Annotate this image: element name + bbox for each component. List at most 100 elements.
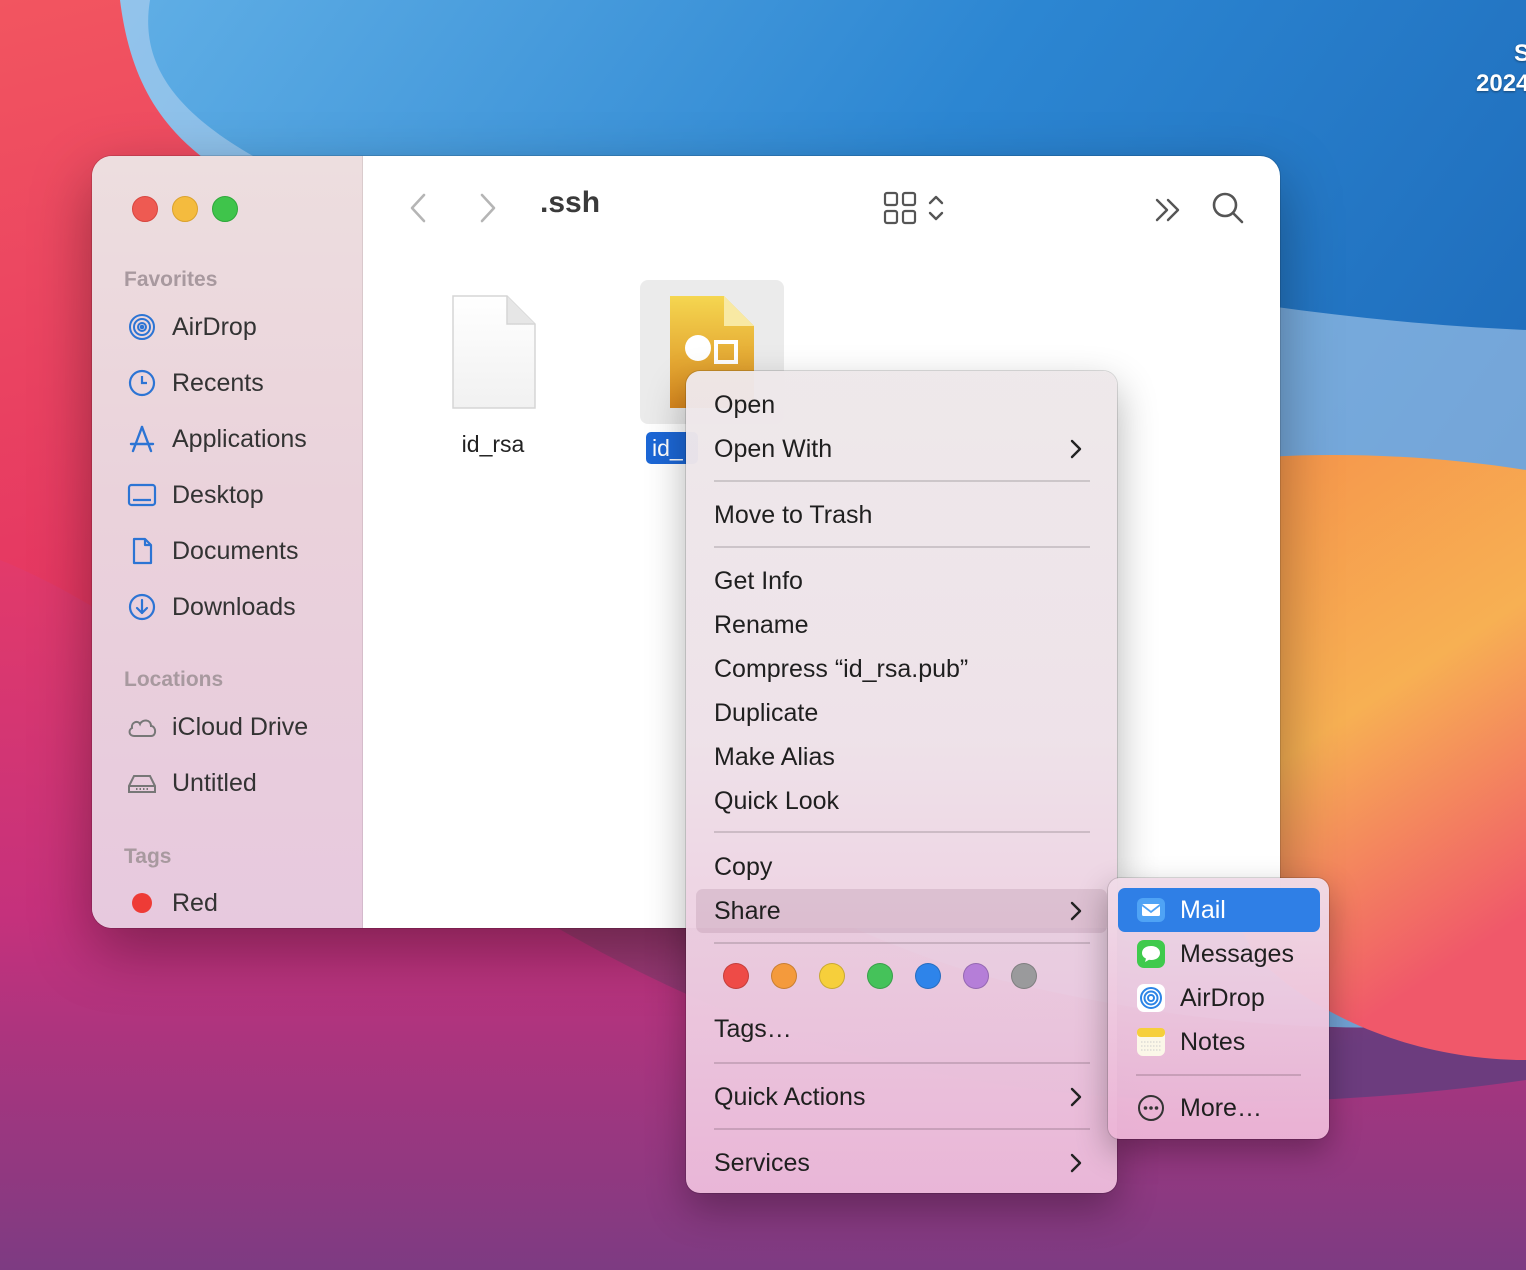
share-submenu: Mail Messages AirDrop Notes More…	[1108, 878, 1329, 1139]
menu-separator	[714, 942, 1090, 944]
window-title: .ssh	[540, 186, 601, 219]
disk-icon	[126, 767, 158, 799]
more-ellipsis-icon	[1136, 1093, 1166, 1123]
chevron-updown-icon	[928, 195, 944, 221]
share-item-label: Notes	[1180, 1027, 1246, 1056]
search-icon	[1212, 192, 1244, 224]
view-mode-button[interactable]	[874, 186, 954, 230]
menu-item-make-alias[interactable]: Make Alias	[696, 735, 1107, 779]
grid-view-icon	[883, 191, 917, 225]
menu-item-move-to-trash[interactable]: Move to Trash	[696, 493, 1107, 537]
share-item-label: AirDrop	[1180, 983, 1265, 1012]
chevron-right-icon	[1070, 901, 1082, 921]
toolbar: .ssh	[362, 156, 1280, 260]
sidebar: Favorites AirDrop Recents Applications D…	[92, 156, 363, 928]
applications-icon	[126, 423, 158, 455]
sidebar-item-recents[interactable]: Recents	[126, 363, 264, 403]
tag-color-blue[interactable]	[915, 963, 941, 989]
tag-color-red[interactable]	[723, 963, 749, 989]
download-icon	[126, 591, 158, 623]
sidebar-header-favorites: Favorites	[124, 268, 218, 291]
share-item-label: Mail	[1180, 895, 1226, 924]
tag-color-green[interactable]	[867, 963, 893, 989]
sidebar-item-documents[interactable]: Documents	[126, 531, 298, 571]
menu-item-label: Quick Actions	[714, 1082, 866, 1111]
menu-item-label: Tags…	[714, 1014, 792, 1043]
share-item-mail[interactable]: Mail	[1118, 888, 1320, 932]
sidebar-item-desktop[interactable]: Desktop	[126, 475, 264, 515]
menu-separator	[1136, 1074, 1301, 1076]
menu-item-open-with[interactable]: Open With	[696, 427, 1107, 471]
sidebar-item-label: Desktop	[172, 480, 264, 509]
menu-item-label: Open With	[714, 434, 833, 463]
chevron-right-icon	[1070, 1153, 1082, 1173]
menu-item-label: Services	[714, 1148, 810, 1177]
sidebar-item-applications[interactable]: Applications	[126, 419, 307, 459]
menu-item-quick-actions[interactable]: Quick Actions	[696, 1075, 1107, 1119]
sidebar-item-untitled[interactable]: Untitled	[126, 763, 257, 803]
sidebar-header-locations: Locations	[124, 668, 224, 691]
tag-dot-red	[132, 893, 152, 913]
mail-icon	[1136, 895, 1166, 925]
desktop-icon	[126, 479, 158, 511]
share-item-label: Messages	[1180, 939, 1294, 968]
search-button[interactable]	[1208, 188, 1248, 228]
double-chevron-right-icon	[1155, 198, 1180, 222]
share-item-messages[interactable]: Messages	[1118, 932, 1320, 976]
file-item[interactable]: id_rsa	[438, 292, 548, 458]
menu-item-get-info[interactable]: Get Info	[696, 559, 1107, 603]
menu-item-services[interactable]: Services	[696, 1141, 1107, 1185]
context-menu: Open Open With Move to Trash Get Info Re…	[686, 371, 1117, 1193]
chevron-left-icon	[410, 193, 426, 223]
menu-item-label: Rename	[714, 610, 809, 639]
chevron-right-icon	[1070, 439, 1082, 459]
menu-item-open[interactable]: Open	[696, 383, 1107, 427]
minimize-button[interactable]	[172, 196, 198, 222]
sidebar-item-label: iCloud Drive	[172, 712, 309, 741]
menu-separator	[714, 546, 1090, 548]
more-toolbar-button[interactable]	[1148, 190, 1188, 230]
forward-button[interactable]	[472, 188, 504, 228]
tag-color-yellow[interactable]	[819, 963, 845, 989]
tag-color-orange[interactable]	[771, 963, 797, 989]
menu-item-label: Open	[714, 390, 776, 419]
sidebar-header-tags: Tags	[124, 845, 172, 868]
chevron-right-icon	[1070, 1087, 1082, 1107]
menu-separator	[714, 1128, 1090, 1130]
tag-color-purple[interactable]	[963, 963, 989, 989]
file-name: id_rsa	[461, 431, 525, 457]
desktop-icon-label-line2[interactable]: 2024	[1476, 70, 1526, 98]
share-item-label: More…	[1180, 1093, 1262, 1122]
zoom-button[interactable]	[212, 196, 238, 222]
menu-item-duplicate[interactable]: Duplicate	[696, 691, 1107, 735]
share-item-airdrop[interactable]: AirDrop	[1118, 976, 1320, 1020]
sidebar-item-airdrop[interactable]: AirDrop	[126, 307, 257, 347]
menu-item-label: Copy	[714, 852, 773, 881]
menu-item-tags[interactable]: Tags…	[696, 1007, 1107, 1051]
menu-item-label: Share	[714, 896, 781, 925]
menu-item-rename[interactable]: Rename	[696, 603, 1107, 647]
menu-separator	[714, 480, 1090, 482]
share-item-notes[interactable]: Notes	[1118, 1020, 1320, 1064]
share-item-more[interactable]: More…	[1118, 1086, 1320, 1130]
sidebar-item-downloads[interactable]: Downloads	[126, 587, 296, 627]
tag-color-gray[interactable]	[1011, 963, 1037, 989]
menu-item-copy[interactable]: Copy	[696, 845, 1107, 889]
menu-item-share[interactable]: Share	[696, 889, 1107, 933]
menu-item-compress[interactable]: Compress “id_rsa.pub”	[696, 647, 1107, 691]
sidebar-item-label: Documents	[172, 536, 299, 565]
document-icon	[126, 535, 158, 567]
menu-item-quick-look[interactable]: Quick Look	[696, 779, 1107, 823]
menu-separator	[714, 831, 1090, 833]
menu-item-label: Compress “id_rsa.pub”	[714, 654, 969, 683]
sidebar-item-label: Untitled	[172, 768, 257, 797]
clock-icon	[126, 367, 158, 399]
back-button[interactable]	[402, 188, 434, 228]
sidebar-item-icloud-drive[interactable]: iCloud Drive	[126, 707, 308, 747]
sidebar-item-label: Recents	[172, 368, 264, 397]
sidebar-item-tag-red[interactable]: Red	[126, 883, 218, 923]
close-button[interactable]	[132, 196, 158, 222]
desktop-icon-label-line1[interactable]: S	[1514, 40, 1526, 68]
tag-color-dot-holder	[126, 887, 158, 919]
menu-item-label: Make Alias	[714, 742, 835, 771]
